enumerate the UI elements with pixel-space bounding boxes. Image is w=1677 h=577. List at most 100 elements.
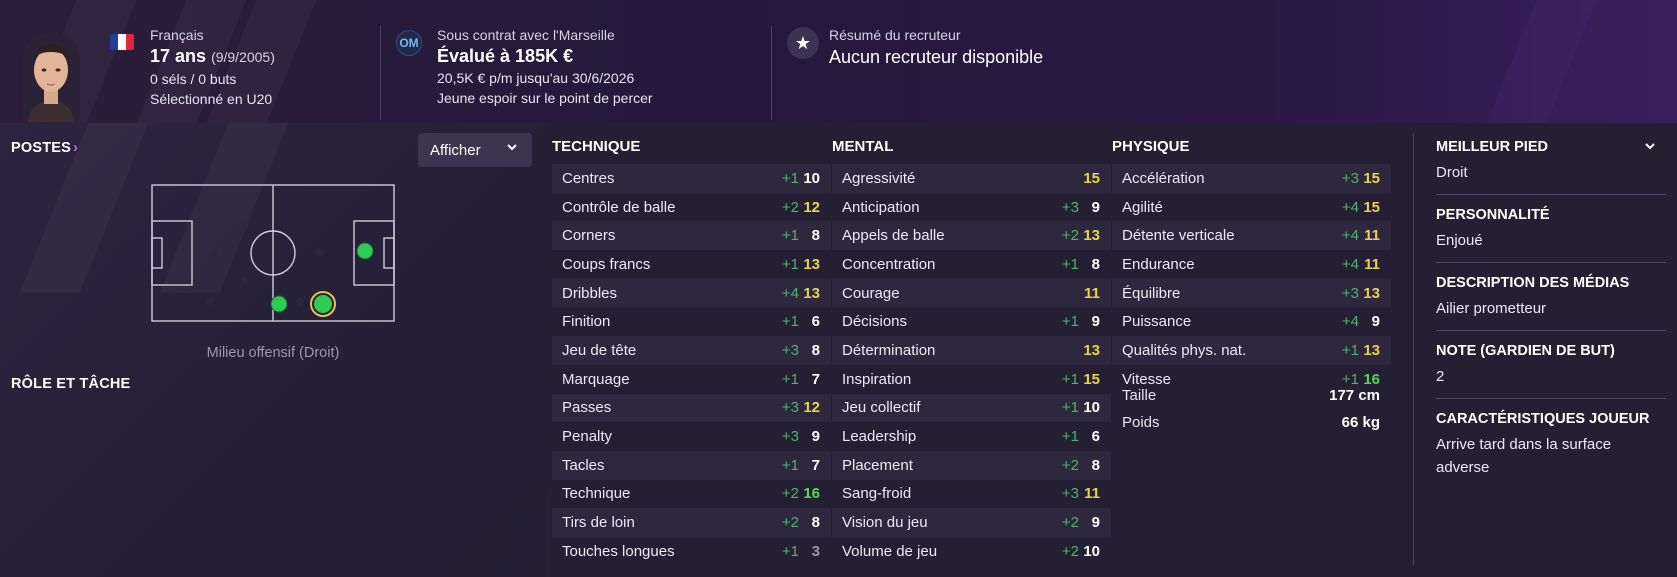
chevron-down-icon[interactable] <box>1644 139 1656 155</box>
attribute-name: Vision du jeu <box>842 514 928 532</box>
height-label: Taille <box>1122 387 1157 404</box>
attribute-name: Contrôle de balle <box>562 198 676 216</box>
attribute-row[interactable]: Tirs de loin +2 8 <box>552 508 831 537</box>
attribute-name: Placement <box>842 456 913 474</box>
attribute-delta: +3 <box>1341 284 1359 302</box>
attribute-row[interactable]: Détermination 13 <box>832 336 1111 365</box>
attribute-row[interactable]: Courage 11 <box>832 278 1111 308</box>
attribute-value: 16 <box>803 485 820 503</box>
attribute-delta: +3 <box>1061 485 1079 503</box>
show-dropdown[interactable]: Afficher <box>418 133 532 167</box>
attribute-row[interactable]: Leadership +1 6 <box>832 422 1111 451</box>
attribute-row[interactable]: Finition +1 6 <box>552 307 831 336</box>
caps: 0 séls / 0 buts <box>150 71 237 87</box>
player-traits-label: CARACTÉRISTIQUES JOUEUR <box>1436 411 1650 427</box>
attribute-value: 11 <box>1084 485 1100 503</box>
attribute-row[interactable]: Marquage +1 7 <box>552 365 831 394</box>
player-value: Évalué à 185K € <box>437 46 574 66</box>
attribute-delta: +3 <box>1061 198 1079 216</box>
attribute-row[interactable]: Technique +2 16 <box>552 480 831 509</box>
attribute-row[interactable]: Coups francs +1 13 <box>552 250 831 279</box>
age-value: 17 ans <box>150 46 207 66</box>
attribute-row[interactable]: Jeu collectif +1 10 <box>832 393 1111 423</box>
attribute-row[interactable]: Accélération +3 15 <box>1112 164 1391 193</box>
attribute-row[interactable]: Agressivité 15 <box>832 164 1111 193</box>
attribute-row[interactable]: Sang-froid +3 11 <box>832 480 1111 509</box>
attribute-row[interactable]: Puissance +4 9 <box>1112 307 1391 336</box>
attribute-row[interactable]: Passes +3 12 <box>552 393 831 423</box>
positions-label: POSTES <box>11 140 72 156</box>
attribute-delta: +1 <box>1061 313 1079 331</box>
best-foot[interactable]: MEILLEUR PIED Droit <box>1436 139 1666 195</box>
header-divider <box>380 26 381 120</box>
attribute-value: 3 <box>811 542 820 560</box>
player-info-panel: MEILLEUR PIED Droit PERSONNALITÉ Enjoué … <box>1436 139 1666 501</box>
height-value: 177 cm <box>1329 387 1380 404</box>
attribute-row[interactable]: Touches longues +1 3 <box>552 537 831 566</box>
attribute-value: 8 <box>1091 456 1100 474</box>
player-traits-value: Arrive tard dans la surface adverse <box>1436 436 1612 476</box>
attribute-delta: +3 <box>781 428 799 446</box>
attribute-value: 13 <box>1083 341 1100 359</box>
attribute-value: 6 <box>811 313 820 331</box>
player-age: 17 ans (9/9/2005) <box>150 44 275 69</box>
attribute-row[interactable]: Décisions +1 9 <box>832 307 1111 336</box>
attribute-name: Corners <box>562 227 616 245</box>
media-description: DESCRIPTION DES MÉDIAS Ailier prometteur <box>1436 275 1666 331</box>
attribute-row[interactable]: Penalty +3 9 <box>552 422 831 451</box>
position-caption: Milieu offensif (Droit) <box>206 345 340 361</box>
attribute-row[interactable]: Jeu de tête +3 8 <box>552 336 831 365</box>
attribute-name: Puissance <box>1122 313 1192 331</box>
scout-value: Aucun recruteur disponible <box>829 47 1044 67</box>
attribute-delta: +1 <box>1061 255 1079 273</box>
attribute-value: 9 <box>1371 313 1380 331</box>
attribute-row[interactable]: Placement +2 8 <box>832 450 1111 480</box>
position-pitch[interactable] <box>150 183 396 328</box>
attribute-row[interactable]: Dribbles +4 13 <box>552 278 831 308</box>
attribute-delta: +2 <box>1061 542 1079 560</box>
attribute-row[interactable]: Appels de balle +2 13 <box>832 221 1111 251</box>
attribute-value: 10 <box>803 169 820 187</box>
attribute-row[interactable]: Corners +1 8 <box>552 221 831 251</box>
attribute-value: 6 <box>1091 428 1100 446</box>
attribute-row[interactable]: Vision du jeu +2 9 <box>832 508 1111 537</box>
attribute-name: Vitesse <box>1122 370 1171 388</box>
attribute-delta: +2 <box>781 198 799 216</box>
scout-summary: Résumé du recruteur Aucun recruteur disp… <box>829 26 1043 70</box>
attribute-name: Équilibre <box>1122 284 1181 302</box>
attribute-row[interactable]: Centres +1 10 <box>552 164 831 193</box>
attribute-value: 12 <box>803 198 820 216</box>
attribute-delta: +1 <box>781 542 799 560</box>
attribute-name: Jeu de tête <box>562 341 637 359</box>
attribute-name: Appels de balle <box>842 227 945 245</box>
player-header: Français 17 ans (9/9/2005) 0 séls / 0 bu… <box>0 0 1677 123</box>
mental-column: MENTAL Agressivité 15 Anticipation +3 9 Appel… <box>832 138 1111 566</box>
attribute-delta: +1 <box>781 370 799 388</box>
attribute-row[interactable]: Détente verticale +4 11 <box>1112 221 1391 251</box>
attribute-name: Centres <box>562 169 615 187</box>
attribute-name: Concentration <box>842 255 936 273</box>
weight-label: Poids <box>1122 414 1160 431</box>
main-panel: POSTES › Afficher Milieu offensif (Droit) <box>0 123 1677 577</box>
attribute-value: 10 <box>1083 542 1100 560</box>
flag-icon <box>110 34 134 50</box>
attribute-name: Dribbles <box>562 284 618 302</box>
attribute-delta: +1 <box>781 255 799 273</box>
attribute-row[interactable]: Inspiration +1 15 <box>832 365 1111 394</box>
attribute-row[interactable]: Tacles +1 7 <box>552 450 831 480</box>
attribute-delta: +1 <box>1341 341 1359 359</box>
attribute-row[interactable]: Volume de jeu +2 10 <box>832 537 1111 566</box>
attribute-row[interactable]: Qualités phys. nat. +1 13 <box>1112 336 1391 365</box>
attribute-row[interactable]: Anticipation +3 9 <box>832 193 1111 222</box>
attribute-row[interactable]: Concentration +1 8 <box>832 250 1111 279</box>
club-badge-icon[interactable]: OM <box>396 30 422 56</box>
attribute-row[interactable]: Équilibre +3 13 <box>1112 278 1391 308</box>
positions-title[interactable]: POSTES › <box>11 140 78 156</box>
selection: Sélectionné en U20 <box>150 91 273 107</box>
attribute-row[interactable]: Contrôle de balle +2 12 <box>552 193 831 222</box>
attribute-list: Centres +1 10 Contrôle de balle +2 12 Corners +… <box>552 164 831 566</box>
role-title: RÔLE ET TÂCHE <box>11 376 131 392</box>
attribute-row[interactable]: Agilité +4 15 <box>1112 193 1391 222</box>
attribute-row[interactable]: Endurance +4 11 <box>1112 250 1391 279</box>
player-traits: CARACTÉRISTIQUES JOUEUR Arrive tard dans… <box>1436 411 1666 489</box>
